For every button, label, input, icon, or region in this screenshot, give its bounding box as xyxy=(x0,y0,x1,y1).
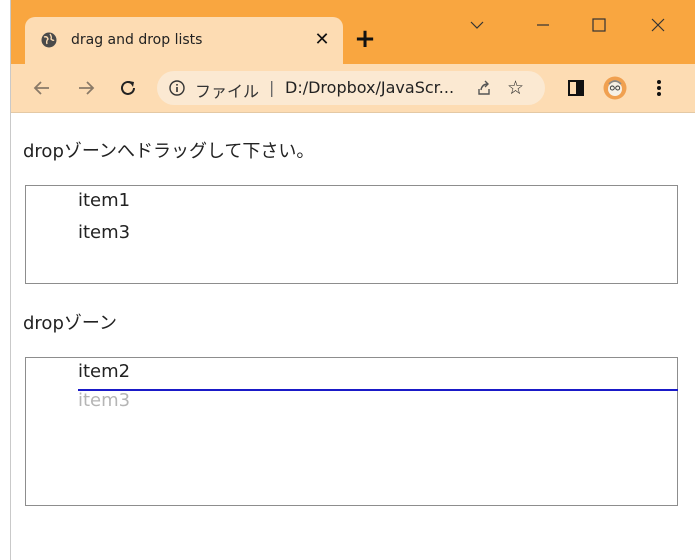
drop-indicator-line xyxy=(78,389,678,391)
plus-icon[interactable]: + xyxy=(351,25,379,53)
address-bar[interactable]: ファイル | D:/Dropbox/JavaScr... ☆ xyxy=(157,71,545,105)
star-icon[interactable]: ☆ xyxy=(507,77,524,99)
back-arrow-icon[interactable] xyxy=(29,75,55,101)
drop-zone-list[interactable]: item2 item3 xyxy=(25,357,678,506)
maximize-icon[interactable] xyxy=(576,10,622,40)
tab-title: drag and drop lists xyxy=(71,32,203,48)
list-item[interactable]: item2 xyxy=(78,361,130,382)
list-item[interactable]: item3 xyxy=(78,222,130,243)
reload-icon[interactable] xyxy=(115,75,141,101)
side-panel-icon[interactable] xyxy=(563,75,589,101)
dragging-ghost-item: item3 xyxy=(78,390,131,411)
drop-zone-heading: dropゾーン xyxy=(23,313,117,334)
list-item[interactable]: item1 xyxy=(78,190,130,211)
address-scheme-label: ファイル xyxy=(195,82,260,101)
address-separator: | xyxy=(269,78,275,97)
window-close-icon[interactable] xyxy=(635,10,681,40)
address-url[interactable]: D:/Dropbox/JavaScr... xyxy=(285,78,485,97)
source-heading: dropゾーンへドラッグして下さい。 xyxy=(23,141,315,162)
globe-icon xyxy=(41,32,57,48)
minimize-icon[interactable] xyxy=(520,10,566,40)
forward-arrow-icon[interactable] xyxy=(73,75,99,101)
tab-active[interactable]: drag and drop lists ✕ xyxy=(25,17,343,64)
browser-window: drag and drop lists ✕ + ファイル | D:/Dropbo… xyxy=(10,0,695,560)
close-icon[interactable]: ✕ xyxy=(309,27,335,53)
page-content: dropゾーンへドラッグして下さい。 item1 item3 dropゾーン i… xyxy=(11,113,695,560)
source-list[interactable]: item1 item3 xyxy=(25,185,678,284)
chevron-down-icon[interactable] xyxy=(454,10,500,40)
info-icon[interactable] xyxy=(169,80,185,96)
share-icon[interactable] xyxy=(475,79,493,97)
tab-strip: drag and drop lists ✕ + xyxy=(11,0,695,64)
browser-toolbar: ファイル | D:/Dropbox/JavaScr... ☆ xyxy=(11,64,695,113)
kebab-menu-icon[interactable] xyxy=(646,75,672,101)
profile-avatar-icon[interactable] xyxy=(602,75,628,101)
